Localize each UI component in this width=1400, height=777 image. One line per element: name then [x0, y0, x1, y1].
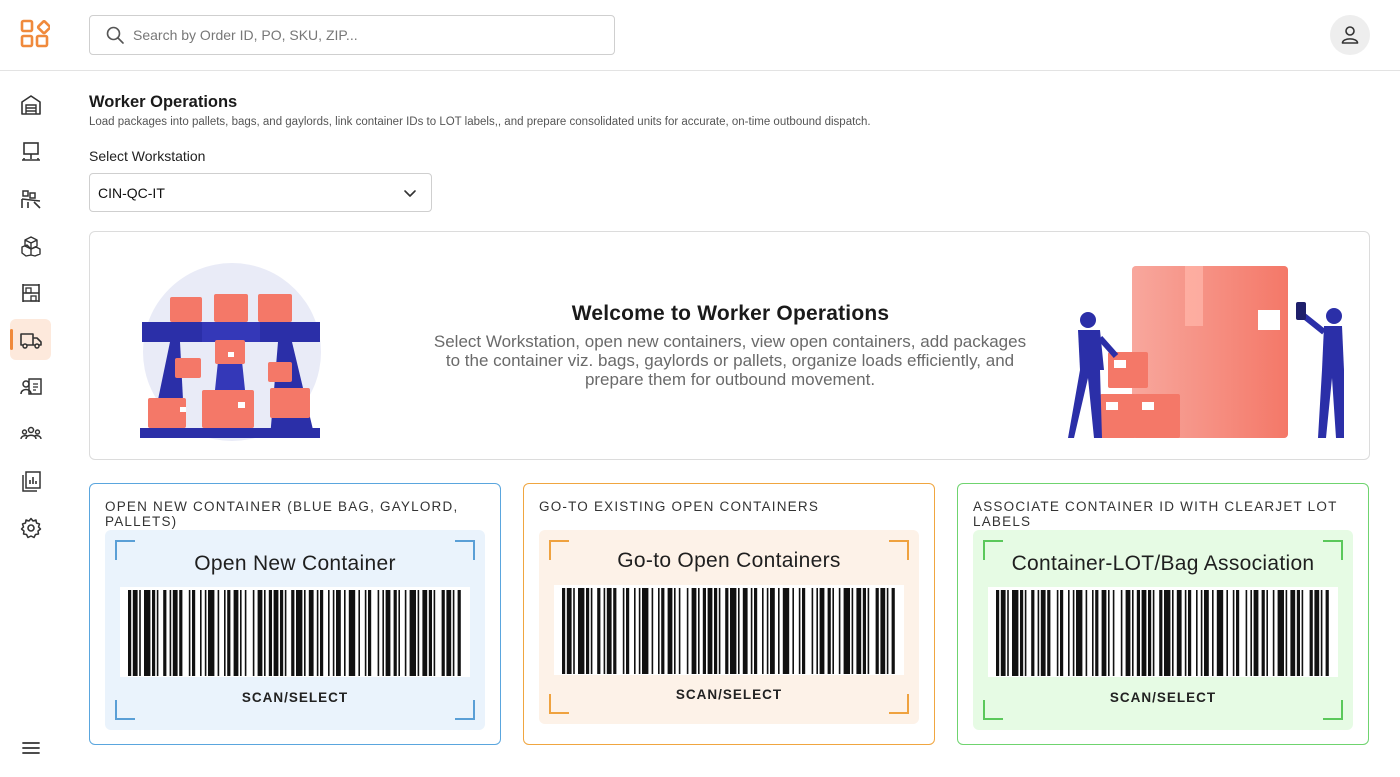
chevron-down-icon	[404, 190, 416, 197]
barcode-icon	[120, 587, 470, 677]
search-bar[interactable]	[89, 15, 615, 55]
team-icon	[19, 426, 42, 439]
user-avatar-button[interactable]	[1330, 15, 1370, 55]
open-new-container-card: OPEN NEW CONTAINER (BLUE BAG, GAYLORD, P…	[89, 483, 501, 745]
boxes-icon	[20, 235, 41, 257]
search-icon	[106, 26, 124, 44]
scan-select-label: SCAN/SELECT	[241, 690, 349, 705]
sidebar-item-home[interactable]	[10, 84, 51, 125]
warehouse-icon	[20, 94, 41, 115]
conveyor-icon	[20, 189, 41, 209]
workstation-label: Select Workstation	[89, 148, 206, 164]
barcode-icon	[988, 587, 1338, 677]
associate-container-lot-card: ASSOCIATE CONTAINER ID WITH CLEARJET LOT…	[957, 483, 1369, 745]
barcode-icon	[554, 585, 904, 675]
sidebar-nav	[0, 71, 62, 777]
user-icon	[1341, 26, 1359, 44]
sidebar-item-settings[interactable]	[10, 507, 51, 548]
go-to-existing-containers-card: GO-TO EXISTING OPEN CONTAINERS Go-to Ope…	[523, 483, 935, 745]
rack-icon	[21, 283, 40, 302]
sidebar-item-teams[interactable]	[10, 413, 51, 454]
worker-card-icon	[19, 377, 42, 395]
scan-heading: Container-LOT/Bag Association	[1011, 552, 1315, 575]
sidebar-item-workers[interactable]	[10, 366, 51, 407]
reports-icon	[21, 470, 41, 492]
hamburger-icon	[21, 741, 40, 754]
workstation-icon	[21, 141, 40, 161]
workstation-select[interactable]: CIN-QC-IT	[89, 173, 432, 212]
gear-icon	[20, 517, 41, 538]
app-logo[interactable]	[20, 19, 50, 49]
sidebar-item-workstation[interactable]	[10, 131, 51, 172]
welcome-text: Select Workstation, open new containers,…	[433, 332, 1027, 389]
card-title: GO-TO EXISTING OPEN CONTAINERS	[539, 499, 820, 514]
sidebar-item-dispatch[interactable]	[10, 319, 51, 360]
top-header	[0, 0, 1400, 71]
card-title: OPEN NEW CONTAINER (BLUE BAG, GAYLORD, P…	[105, 499, 459, 529]
go-to-open-containers-scan-button[interactable]: Go-to Open Containers SCAN/SELECT	[539, 530, 919, 724]
scan-select-label: SCAN/SELECT	[675, 687, 783, 702]
open-new-container-scan-button[interactable]: Open New Container SCAN/SELECT	[105, 530, 485, 730]
page-subtitle: Load packages into pallets, bags, and ga…	[89, 116, 871, 128]
sidebar-item-storage[interactable]	[10, 272, 51, 313]
menu-toggle-button[interactable]	[10, 727, 51, 768]
scan-heading: Go-to Open Containers	[617, 549, 841, 572]
page-title: Worker Operations	[89, 93, 238, 111]
workstation-selected-value: CIN-QC-IT	[98, 184, 165, 201]
container-lot-association-scan-button[interactable]: Container-LOT/Bag Association SCAN/SELEC…	[973, 530, 1353, 730]
truck-icon	[19, 332, 42, 349]
scan-select-label: SCAN/SELECT	[1109, 690, 1217, 705]
scan-heading: Open New Container	[194, 552, 396, 575]
sidebar-item-conveyor[interactable]	[10, 178, 51, 219]
sidebar-item-inventory[interactable]	[10, 225, 51, 266]
search-input[interactable]	[133, 27, 573, 43]
sidebar-item-reports[interactable]	[10, 460, 51, 501]
workers-with-packages-illustration	[1068, 266, 1344, 438]
card-title: ASSOCIATE CONTAINER ID WITH CLEARJET LOT…	[973, 499, 1338, 529]
conveyor-illustration	[140, 263, 321, 441]
welcome-panel: Welcome to Worker Operations Select Work…	[89, 231, 1370, 460]
